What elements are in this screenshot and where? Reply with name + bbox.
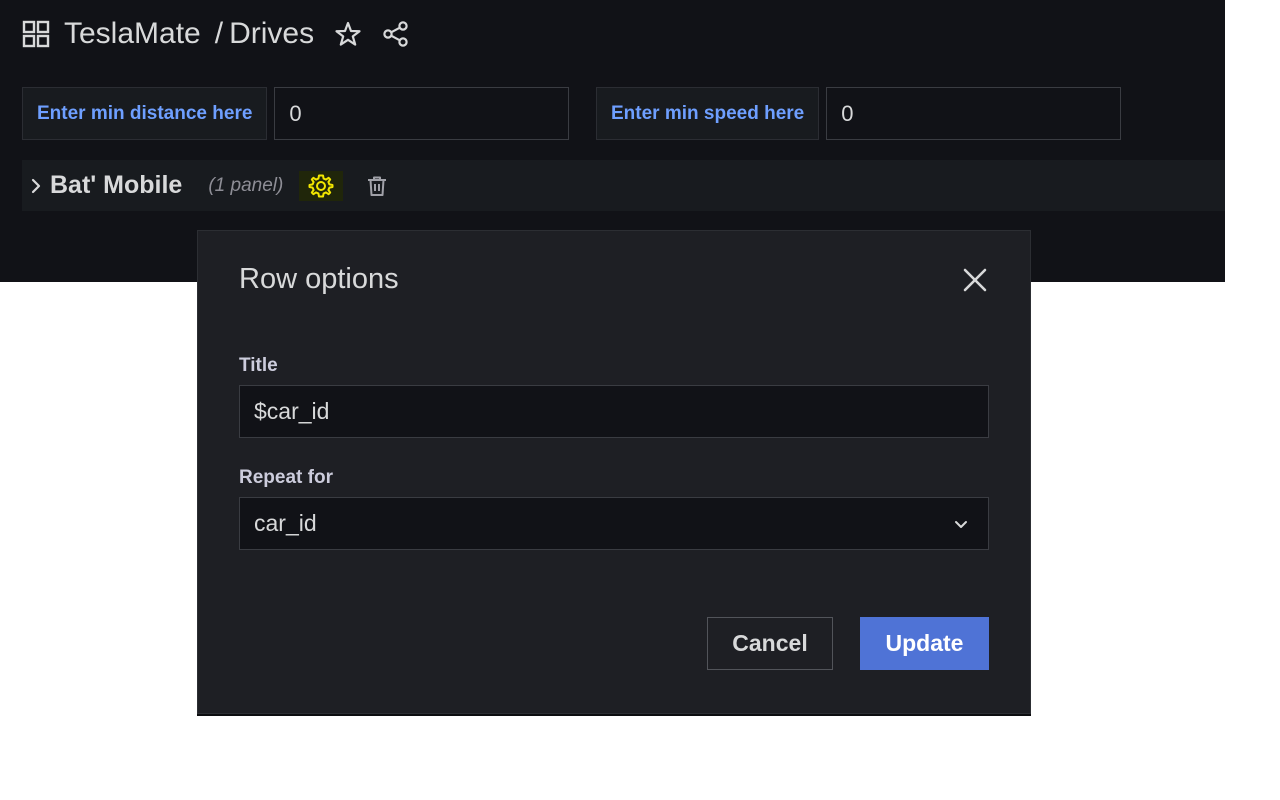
min-distance-variable: Enter min distance here 0 bbox=[22, 87, 570, 140]
min-speed-label: Enter min speed here bbox=[596, 87, 820, 140]
min-speed-variable: Enter min speed here 0 bbox=[596, 87, 1122, 140]
star-icon[interactable] bbox=[334, 20, 362, 48]
breadcrumb-root[interactable]: TeslaMate bbox=[64, 17, 201, 51]
repeat-for-label: Repeat for bbox=[239, 467, 333, 488]
title-field-label: Title bbox=[239, 355, 278, 376]
chevron-down-icon bbox=[955, 521, 967, 528]
modal-title: Row options bbox=[239, 263, 399, 295]
title-input[interactable]: $car_id bbox=[239, 385, 989, 438]
share-icon[interactable] bbox=[382, 20, 410, 48]
dashboard-row-header[interactable]: Bat' Mobile (1 panel) bbox=[22, 160, 1225, 211]
close-icon[interactable] bbox=[960, 265, 990, 295]
row-panel-count: (1 panel) bbox=[208, 174, 284, 196]
repeat-for-select[interactable]: car_id bbox=[239, 497, 989, 550]
row-options-modal: Row options Title $car_id Repeat for car… bbox=[197, 230, 1031, 714]
page-title: Drives bbox=[229, 17, 315, 50]
row-settings-button[interactable] bbox=[299, 170, 344, 201]
trash-icon[interactable] bbox=[365, 174, 389, 198]
min-speed-input[interactable]: 0 bbox=[826, 87, 1122, 140]
breadcrumb-separator: / bbox=[214, 17, 224, 50]
repeat-for-value: car_id bbox=[254, 510, 317, 536]
min-distance-input[interactable]: 0 bbox=[274, 87, 570, 140]
grid-icon[interactable] bbox=[22, 20, 50, 48]
cancel-button[interactable]: Cancel bbox=[707, 617, 833, 670]
update-button[interactable]: Update bbox=[860, 617, 989, 670]
row-title[interactable]: Bat' Mobile bbox=[50, 171, 182, 200]
gear-icon bbox=[308, 174, 334, 197]
breadcrumb: TeslaMate / Drives bbox=[22, 14, 410, 54]
min-distance-label: Enter min distance here bbox=[22, 87, 268, 140]
chevron-right-icon[interactable] bbox=[26, 176, 46, 196]
